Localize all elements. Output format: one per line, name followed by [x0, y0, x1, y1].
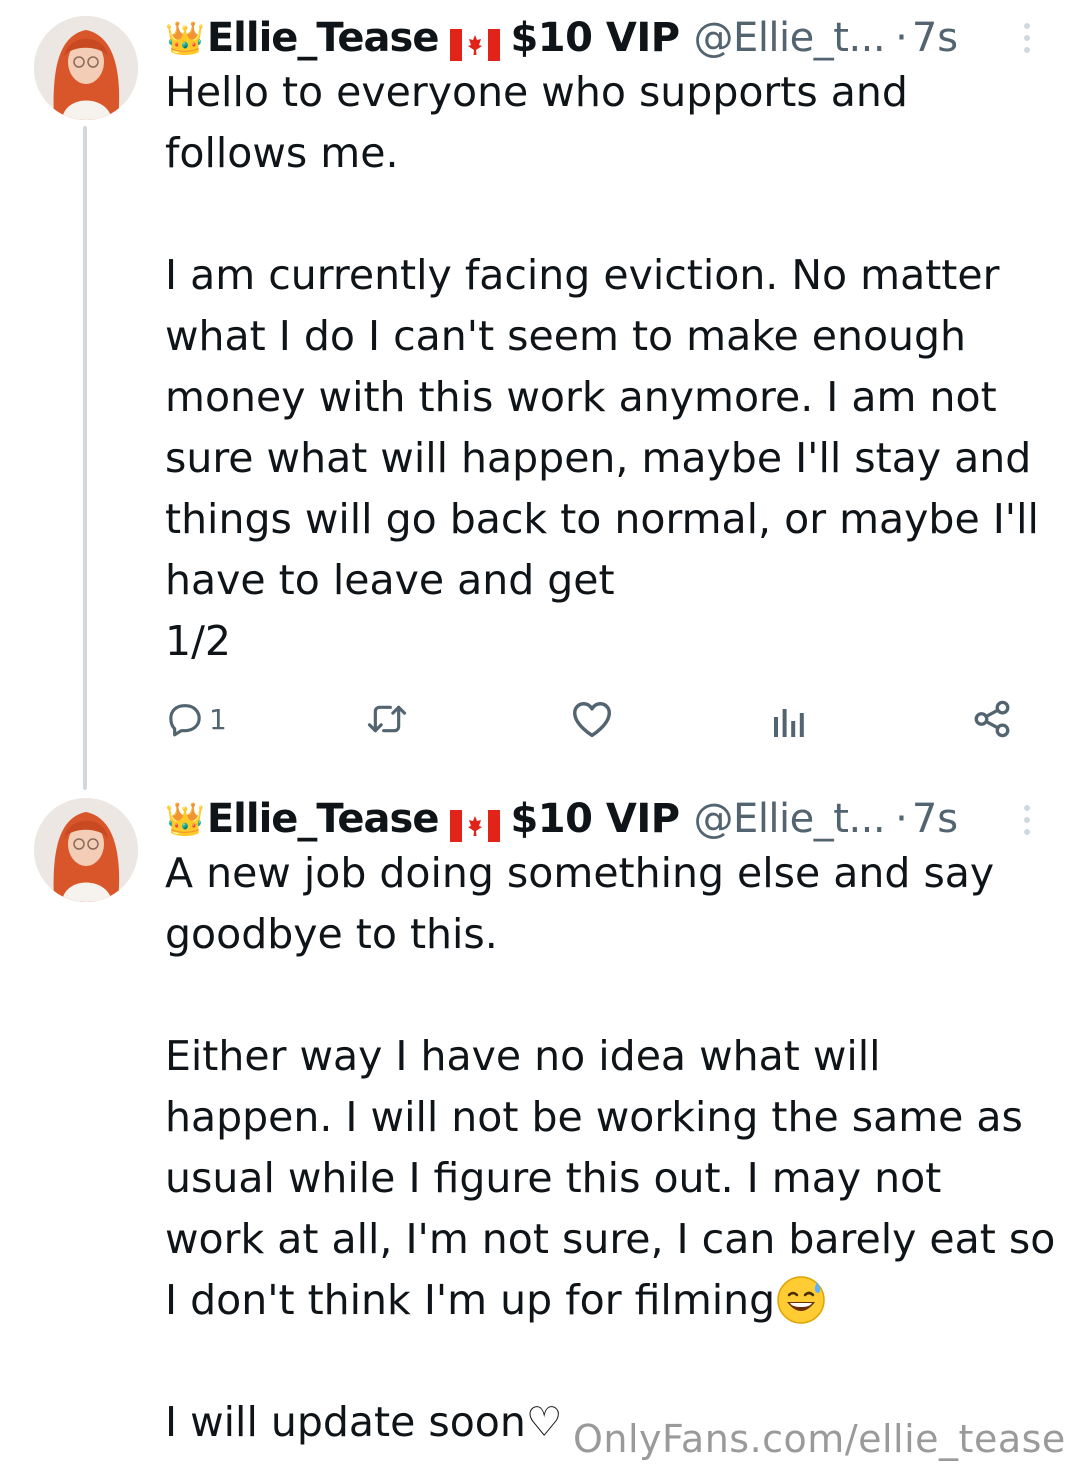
canada-flag-icon	[450, 804, 501, 842]
like-button[interactable]	[570, 694, 614, 744]
tweet-header: 👑 Ellie_Tease $10 VIP @Ellie_t... · 7s	[165, 794, 958, 844]
reply-icon	[165, 699, 205, 739]
like-icon	[570, 699, 614, 739]
views-icon	[772, 699, 808, 739]
share-button[interactable]	[971, 694, 1013, 744]
tweet-actions: 1	[165, 694, 1045, 744]
watermark: OnlyFans.com/ellie_tease	[573, 1417, 1066, 1461]
grinning-sweat-emoji	[775, 1274, 827, 1326]
tweet-text-main: A new job doing something else and say g…	[165, 849, 1056, 1324]
more-icon[interactable]	[1020, 18, 1034, 58]
crown-emoji: 👑	[165, 800, 205, 838]
handle[interactable]: @Ellie_t...	[694, 794, 886, 844]
separator-dot: ·	[895, 15, 908, 61]
thread-connector-line	[83, 126, 87, 790]
tweet-text: Hello to everyone who supports and follo…	[165, 68, 1039, 665]
tweet-header: 👑 Ellie_Tease $10 VIP @Ellie_t... · 7s	[165, 13, 958, 63]
repost-button[interactable]	[363, 694, 411, 744]
reply-button[interactable]: 1	[165, 694, 227, 744]
tweet-text-end: I will update soon♡	[165, 1398, 563, 1446]
vip-label: $10 VIP	[510, 796, 680, 842]
tweet-text: A new job doing something else and say g…	[165, 843, 1060, 1453]
handle[interactable]: @Ellie_t...	[694, 13, 886, 63]
timestamp[interactable]: 7s	[912, 794, 958, 844]
timestamp[interactable]: 7s	[912, 13, 958, 63]
display-name[interactable]: Ellie_Tease	[207, 794, 440, 844]
vip-label: $10 VIP	[510, 15, 680, 61]
share-icon	[971, 698, 1013, 740]
avatar[interactable]	[34, 16, 138, 120]
reply-count: 1	[209, 702, 227, 736]
repost-icon	[363, 699, 411, 739]
crown-emoji: 👑	[165, 19, 205, 57]
canada-flag-icon	[450, 23, 501, 61]
more-icon[interactable]	[1020, 800, 1034, 840]
avatar[interactable]	[34, 798, 138, 902]
display-name[interactable]: Ellie_Tease	[207, 13, 440, 63]
views-button[interactable]	[772, 694, 808, 744]
separator-dot: ·	[895, 796, 908, 842]
